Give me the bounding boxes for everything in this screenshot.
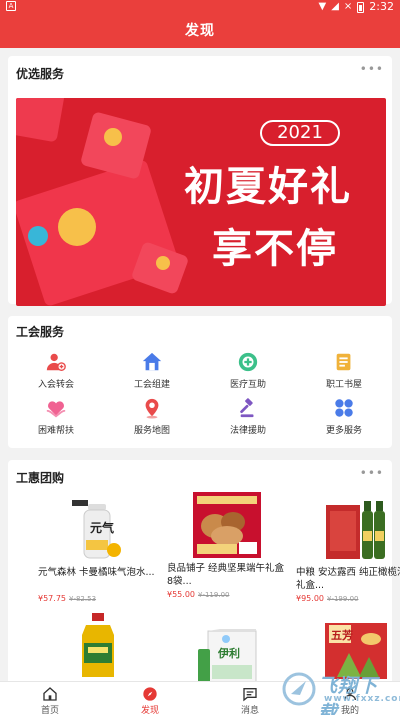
status-app-badge: A [6, 1, 16, 11]
gavel-icon [240, 398, 254, 418]
service-label: 法律援助 [229, 426, 266, 436]
product-name: 元气森林 卡曼橘味气泡水... [38, 567, 155, 578]
user-plus-icon [46, 353, 66, 371]
banner-headline: 初夏好礼 [184, 164, 352, 210]
battery-icon [357, 1, 365, 13]
gold-coin-shape [104, 128, 122, 146]
group-buy-more-button[interactable]: ••• [360, 466, 384, 480]
watermark-url: www.fxxz.com [324, 694, 400, 704]
no-sim-icon: × [343, 1, 353, 12]
featured-services-card: 优选服务 ••• 2021 初夏好礼 享不停 [8, 56, 392, 306]
union-services-title: 工会服务 [16, 325, 65, 339]
map-pin-icon [145, 398, 159, 419]
service-medical-aid[interactable]: 医疗互助 [200, 351, 296, 390]
gold-coin-shape [156, 256, 170, 270]
service-label: 职工书屋 [325, 380, 362, 390]
product-old-price: ¥-82.53 [69, 595, 97, 603]
service-label: 更多服务 [325, 426, 362, 436]
service-more[interactable]: 更多服务 [296, 397, 392, 436]
sparkling-water-image: 元气 [72, 500, 121, 559]
drink-brand-text: 元气 [90, 520, 114, 535]
group-buy-card: 工惠团购 ••• 元气 元气森林 卡曼橘味气泡水... ¥57.75 ¥-82.5… [8, 460, 400, 684]
product-price: ¥95.00 ¥-199.00 [296, 594, 358, 603]
cooking-oil-image [82, 613, 114, 677]
nut-gift-box-image [193, 492, 261, 558]
product-old-price: ¥-119.00 [198, 591, 230, 599]
nav-home[interactable]: 首页 [0, 682, 100, 715]
blue-coin-shape [28, 226, 48, 246]
signal-icon: ◢ [331, 1, 339, 12]
union-services-card: 工会服务 入会转会 工会组建 医疗互助 职工书屋 困难帮扶 服务地图 法律援助 … [8, 316, 392, 448]
product-name: 中粮 安达露西 纯正橄榄油礼盒... [296, 567, 400, 591]
app-header: 发现 [0, 14, 400, 48]
service-map[interactable]: 服务地图 [104, 397, 200, 436]
gift-box-brand-text: 伊利 [217, 646, 240, 660]
nav-label: 首页 [40, 706, 59, 715]
home-icon [43, 687, 57, 701]
product-current-price: ¥95.00 [296, 594, 324, 603]
promo-banner[interactable]: 2021 初夏好礼 享不停 [16, 98, 386, 306]
featured-services-title: 优选服务 [16, 67, 65, 81]
group-buy-title: 工惠团购 [16, 471, 65, 485]
product-image [167, 490, 287, 560]
banner-year: 2021 [260, 120, 340, 146]
status-bar: A ▼ ◢ × 2:32 [0, 0, 400, 14]
watermark-logo-icon [282, 672, 316, 706]
service-label: 困难帮扶 [37, 426, 74, 436]
featured-more-button[interactable]: ••• [360, 62, 384, 76]
watermark: 飞翔下载 www.fxxz.com [282, 668, 400, 715]
nav-label: 发现 [140, 706, 159, 715]
home-icon [142, 352, 162, 371]
product-current-price: ¥57.75 [38, 594, 66, 603]
product-price: ¥57.75 ¥-82.53 [38, 594, 96, 603]
more-apps-icon [335, 399, 353, 417]
festival-box-text: 五芳 [331, 628, 353, 642]
gold-coin-shape [58, 208, 96, 246]
product-price: ¥55.00 ¥-119.00 [167, 590, 229, 599]
status-right: ▼ ◢ × 2:32 [319, 0, 395, 14]
red-envelope-shape [16, 98, 65, 143]
heart-hands-icon [46, 401, 66, 418]
watermark-text: 飞翔下载 [318, 675, 379, 715]
status-time: 2:32 [369, 0, 394, 13]
service-join-union[interactable]: 入会转会 [8, 351, 104, 390]
product-image: 元气 [38, 494, 158, 564]
wifi-icon: ▼ [318, 1, 327, 12]
service-legal-aid[interactable]: 法律援助 [200, 397, 296, 436]
product-current-price: ¥55.00 [167, 590, 195, 599]
service-build-union[interactable]: 工会组建 [104, 351, 200, 390]
message-icon [243, 688, 257, 702]
milk-gift-box-image: 伊利 [198, 629, 257, 684]
service-staff-library[interactable]: 职工书屋 [296, 351, 392, 390]
product-name: 良品铺子 经典坚果端午礼盒8袋... [167, 563, 285, 587]
product-old-price: ¥-199.00 [327, 595, 359, 603]
banner-subheadline: 享不停 [212, 226, 338, 272]
product-image [38, 610, 158, 680]
book-icon [336, 353, 351, 371]
product-image [296, 494, 400, 564]
page-title: 发现 [185, 23, 215, 39]
service-hardship-aid[interactable]: 困难帮扶 [8, 397, 104, 436]
service-label: 工会组建 [133, 380, 170, 390]
service-label: 服务地图 [133, 426, 170, 436]
compass-icon [143, 687, 157, 701]
olive-oil-gift-image [326, 501, 385, 559]
nav-discover[interactable]: 发现 [100, 682, 200, 715]
service-label: 医疗互助 [229, 380, 266, 390]
service-label: 入会转会 [37, 380, 74, 390]
medical-icon [238, 352, 258, 372]
